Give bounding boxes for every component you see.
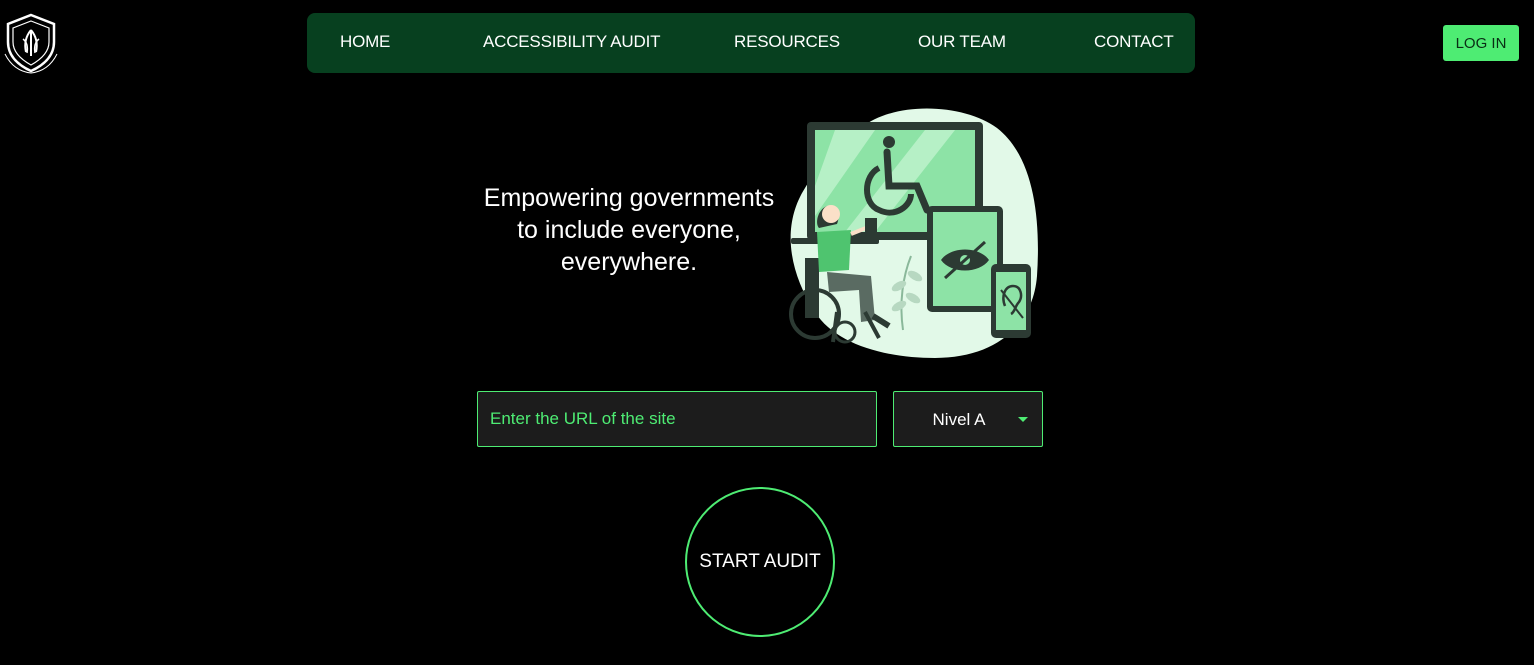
nav-resources-link[interactable]: RESOURCES: [734, 32, 840, 52]
main-nav: HOME ACCESSIBILITY AUDIT RESOURCES OUR T…: [307, 13, 1195, 73]
login-button[interactable]: LOG IN: [1443, 25, 1519, 61]
tagline-line: Empowering governments: [483, 184, 775, 212]
nav-home-link[interactable]: HOME: [340, 32, 390, 52]
tagline-line: to include everyone,: [517, 216, 741, 244]
tagline-line: everywhere.: [560, 248, 698, 276]
hero-tagline: Empowering governments to include everyo…: [466, 182, 792, 278]
nav-accessibility-audit-link[interactable]: ACCESSIBILITY AUDIT: [483, 32, 660, 52]
accessibility-devices-illustration: [775, 106, 1043, 362]
nav-our-team-link[interactable]: OUR TEAM: [918, 32, 1006, 52]
site-url-input[interactable]: [477, 391, 877, 447]
start-audit-button[interactable]: START AUDIT: [685, 487, 835, 637]
page: HOME ACCESSIBILITY AUDIT RESOURCES OUR T…: [0, 0, 1534, 665]
caret-down-icon: [1018, 417, 1028, 422]
level-select-value: Nivel A: [932, 410, 986, 429]
shield-crest-icon[interactable]: [2, 12, 60, 74]
conformance-level-select[interactable]: Nivel A: [893, 391, 1043, 447]
nav-contact-link[interactable]: CONTACT: [1094, 32, 1174, 52]
